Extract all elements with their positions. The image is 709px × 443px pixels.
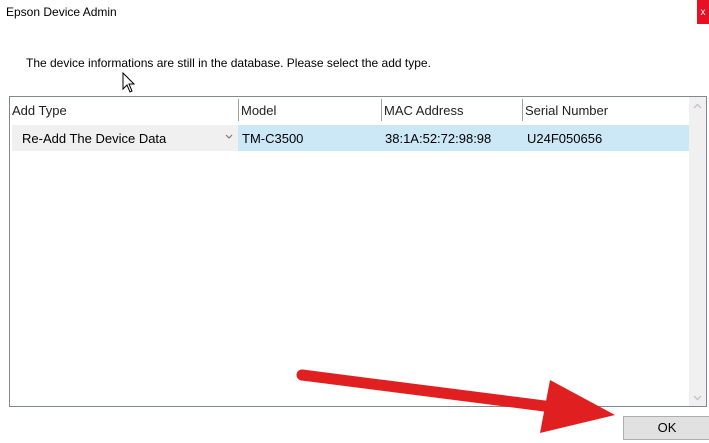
title-bar: Epson Device Admin x (0, 0, 709, 26)
scroll-up-icon (693, 103, 702, 108)
column-header-add-type[interactable]: Add Type (10, 97, 238, 125)
add-type-dropdown[interactable]: Re-Add The Device Data (12, 125, 238, 151)
scroll-up-button[interactable] (689, 97, 706, 114)
add-type-value: Re-Add The Device Data (22, 131, 167, 146)
table-header: Add Type Model MAC Address Serial Number (10, 97, 690, 125)
scroll-down-icon (693, 395, 702, 400)
column-header-serial-number[interactable]: Serial Number (523, 97, 689, 125)
vertical-scrollbar[interactable] (689, 97, 706, 406)
column-header-mac-address[interactable]: MAC Address (382, 97, 522, 125)
annotation-arrow-icon (296, 369, 615, 433)
scroll-down-button[interactable] (689, 389, 706, 406)
cursor-icon (122, 72, 136, 93)
column-header-model[interactable]: Model (239, 97, 381, 125)
serial-number-cell: U24F050656 (527, 131, 603, 146)
close-icon: x (700, 6, 706, 18)
dropdown-arrow-icon (225, 134, 233, 139)
mac-address-cell: 38:1A:52:72:98:98 (385, 131, 492, 146)
close-button[interactable]: x (697, 0, 709, 24)
model-cell: TM-C3500 (242, 131, 304, 146)
ok-button[interactable]: OK (623, 416, 709, 440)
window-title: Epson Device Admin (6, 5, 117, 19)
table-row[interactable]: Re-Add The Device Data TM-C3500 38:1A:52… (10, 125, 690, 151)
info-message: The device informations are still in the… (26, 56, 431, 70)
